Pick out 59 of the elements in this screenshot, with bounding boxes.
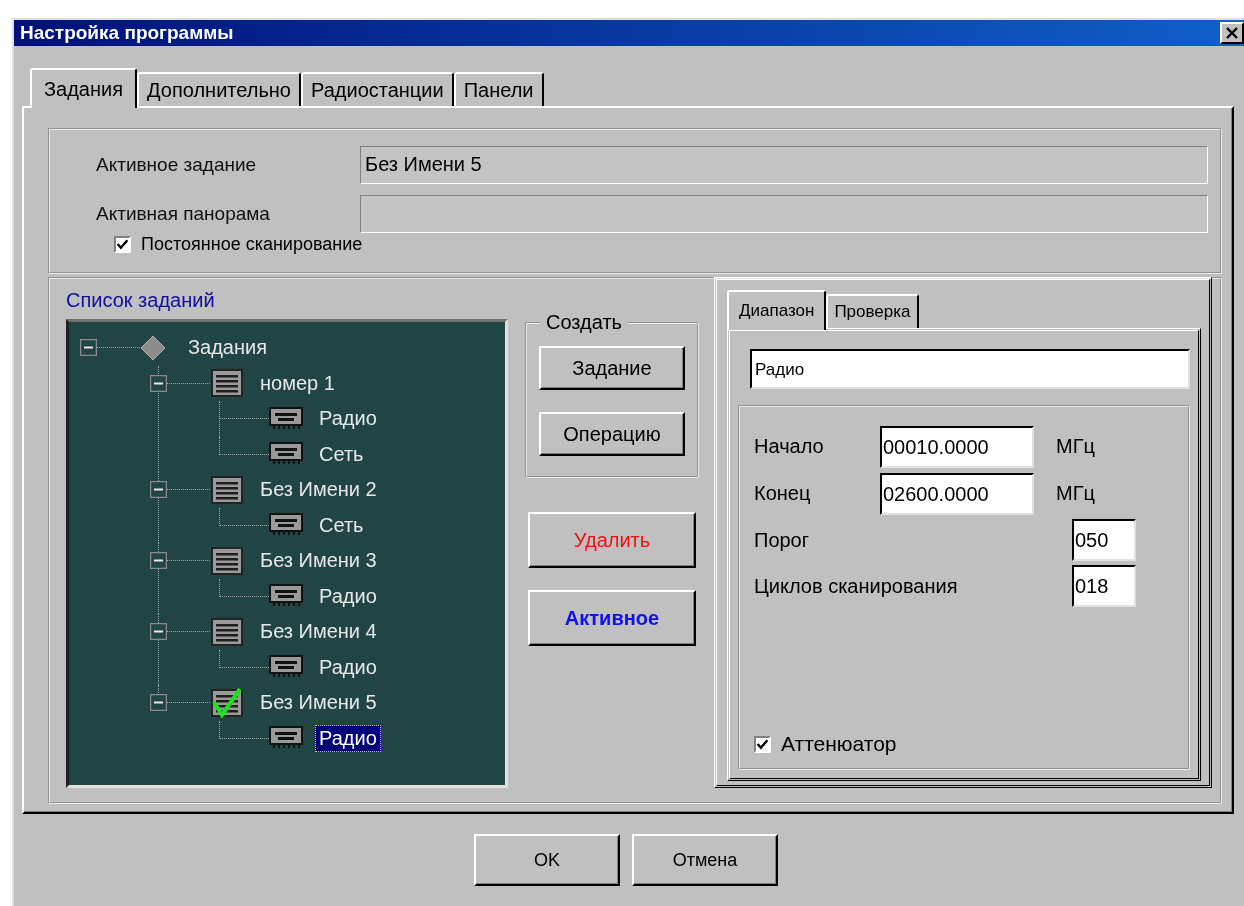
tree-item[interactable]: Без Имени 3 (256, 547, 381, 575)
tree-item[interactable]: номер 1 (256, 369, 339, 397)
checkbox-label: Аттенюатор (781, 732, 897, 756)
name-field[interactable]: Радио (750, 349, 1190, 389)
tree-item[interactable]: Радио (315, 653, 381, 681)
field-label: Порог (754, 528, 811, 552)
checkbox[interactable] (754, 735, 771, 753)
module-icon (269, 655, 303, 680)
window-title: Настройка программы (20, 22, 234, 44)
input-field[interactable]: 050 (1072, 519, 1136, 561)
group-title: Создать (545, 311, 623, 334)
diamond-icon (140, 334, 166, 361)
tree-item[interactable]: Задания (184, 334, 272, 362)
tree-item[interactable]: Сеть (315, 440, 368, 468)
unit-label: МГц (1056, 482, 1095, 505)
module-icon (269, 406, 303, 431)
collapse-icon[interactable] (150, 694, 167, 712)
tab[interactable]: Панели (453, 72, 544, 106)
tab[interactable]: Задания (30, 68, 138, 108)
tree-item[interactable]: Без Имени 2 (256, 476, 381, 504)
tree-item[interactable]: Радио (315, 405, 381, 433)
close-icon (1225, 27, 1239, 39)
tree-item[interactable]: Без Имени 4 (256, 618, 381, 646)
collapse-icon[interactable] (150, 481, 167, 499)
cancel-button[interactable]: Отмена (632, 834, 778, 886)
create-button[interactable]: Операцию (539, 412, 685, 456)
module-icon (269, 442, 303, 467)
checkbox-label: Постоянное сканирование (141, 234, 363, 255)
collapse-icon[interactable] (80, 339, 97, 357)
tree-item[interactable]: Без Имени 5 (256, 689, 381, 717)
tree-item[interactable]: Радио (315, 582, 381, 610)
input-field[interactable]: 00010.0000 (880, 425, 1034, 468)
tree-item[interactable]: Радио (315, 724, 381, 752)
input-field[interactable]: 02600.0000 (880, 472, 1034, 515)
unit-label: МГц (1056, 435, 1095, 458)
readonly-field: Без Имени 5 (360, 145, 1208, 184)
create-button[interactable]: Задание (539, 346, 685, 390)
field-label: Начало (754, 435, 825, 458)
field-label: Активная панорама (96, 202, 271, 225)
tab[interactable]: Дополнительно (137, 72, 301, 106)
tab[interactable]: Радиостанции (301, 72, 454, 106)
input-field[interactable]: 018 (1072, 565, 1136, 607)
ok-button[interactable]: OK (474, 834, 620, 886)
section-title: Список заданий (66, 289, 216, 313)
collapse-icon[interactable] (150, 552, 167, 570)
module-icon (269, 513, 303, 538)
tree-item[interactable]: Сеть (315, 511, 368, 539)
field-label: Конец (754, 482, 812, 505)
checkbox[interactable] (114, 236, 131, 253)
activate-button[interactable]: Активное (528, 590, 696, 646)
close-button[interactable] (1220, 22, 1244, 44)
module-icon (269, 726, 303, 751)
collapse-icon[interactable] (150, 623, 167, 641)
module-icon (269, 584, 303, 609)
tab[interactable]: Проверка (826, 294, 919, 328)
collapse-icon[interactable] (150, 374, 167, 392)
field-label: Циклов сканирования (754, 574, 959, 598)
tab[interactable]: Диапазон (727, 290, 827, 330)
field-label: Активное задание (96, 153, 258, 176)
